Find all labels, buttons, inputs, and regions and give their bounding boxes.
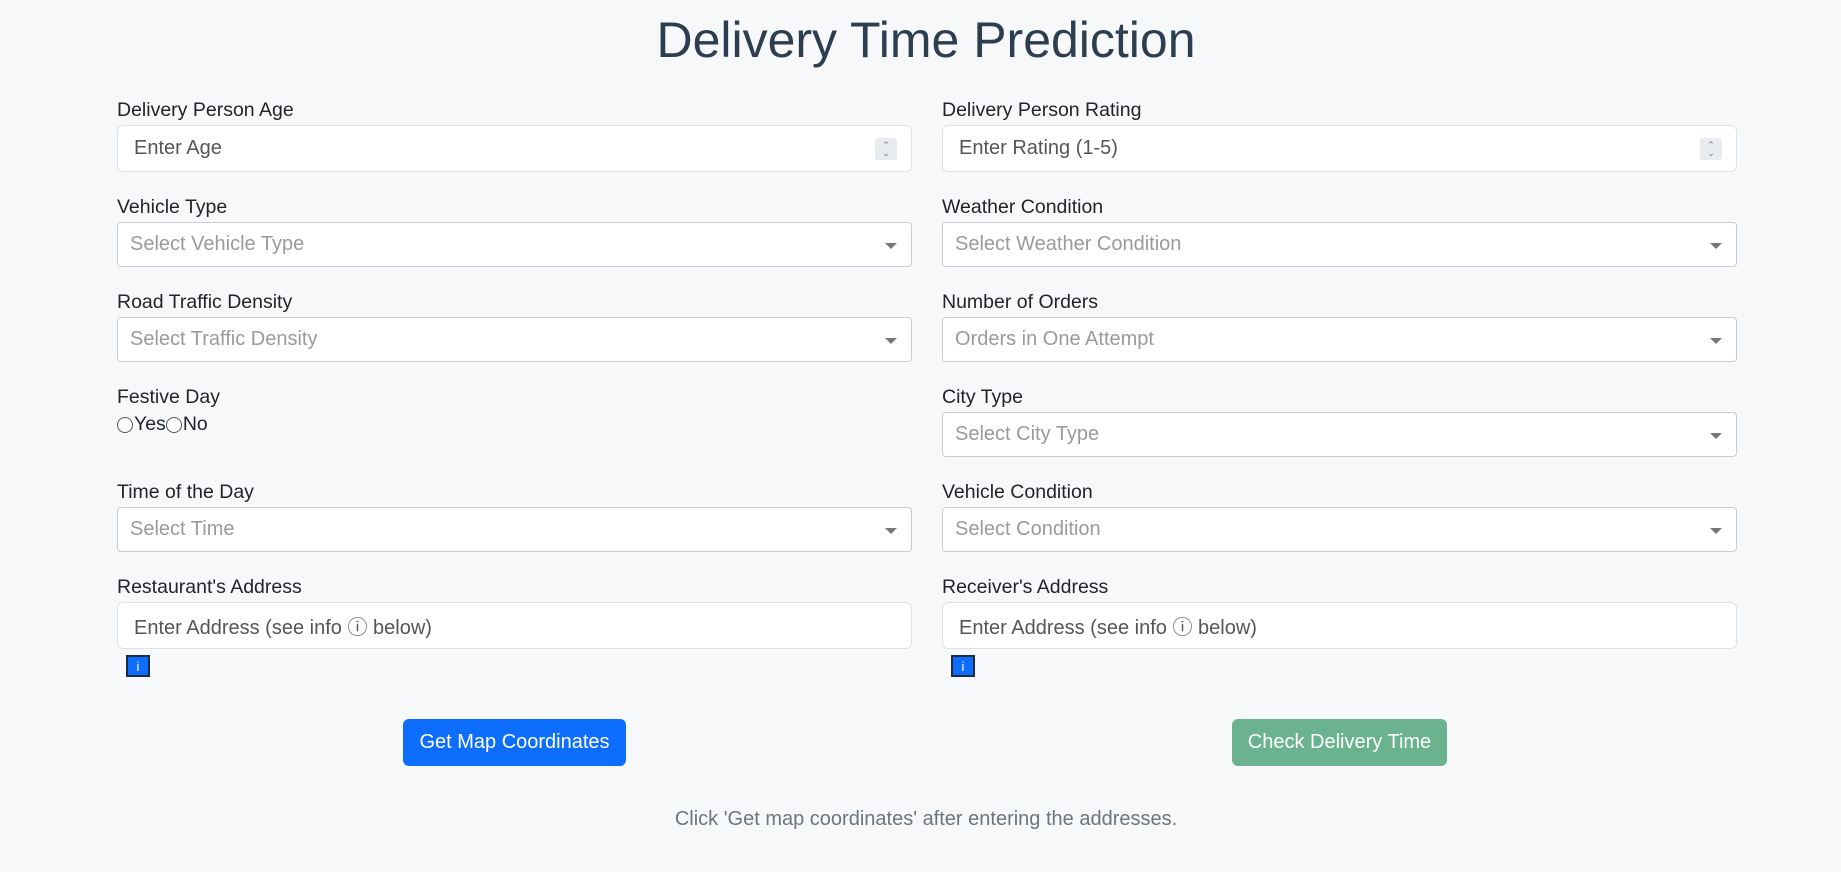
vehicle-type-placeholder: Select Vehicle Type bbox=[130, 233, 305, 255]
weather-placeholder: Select Weather Condition bbox=[955, 233, 1182, 255]
traffic-select[interactable]: Select Traffic Density bbox=[117, 317, 912, 362]
vehicle-type-label: Vehicle Type bbox=[117, 196, 228, 218]
orders-label: Number of Orders bbox=[942, 291, 1099, 313]
restaurant-address-input[interactable]: Enter Address (see info ⓘ below) bbox=[117, 602, 912, 649]
chevron-down-icon bbox=[885, 528, 897, 534]
info-icon: i bbox=[961, 658, 965, 674]
chevron-down-icon bbox=[1710, 528, 1722, 534]
chevron-down-icon bbox=[1710, 243, 1722, 249]
traffic-placeholder: Select Traffic Density bbox=[130, 328, 318, 350]
festive-field-group: Festive Day Yes No bbox=[117, 385, 912, 436]
rating-input[interactable]: Enter Rating (1-5) ⌃ ⌄ bbox=[942, 125, 1737, 172]
restaurant-info-button[interactable]: i bbox=[126, 655, 150, 677]
receiver-info-button[interactable]: i bbox=[951, 655, 975, 677]
city-field-group: City Type Select City Type bbox=[942, 385, 1737, 457]
receiver-address-input[interactable]: Enter Address (see info ⓘ below) bbox=[942, 602, 1737, 649]
age-input[interactable]: Enter Age ⌃ ⌄ bbox=[117, 125, 912, 172]
restaurant-address-placeholder: Enter Address (see info ⓘ below) bbox=[134, 617, 432, 639]
check-delivery-time-button[interactable]: Check Delivery Time bbox=[1232, 719, 1447, 766]
time-select[interactable]: Select Time bbox=[117, 507, 912, 552]
city-label: City Type bbox=[942, 386, 1023, 408]
weather-label: Weather Condition bbox=[942, 196, 1104, 218]
festive-label: Festive Day bbox=[117, 386, 220, 408]
age-placeholder: Enter Age bbox=[134, 137, 222, 159]
traffic-field-group: Road Traffic Density Select Traffic Dens… bbox=[117, 290, 912, 362]
chevron-down-icon bbox=[885, 338, 897, 344]
vehicle-condition-label: Vehicle Condition bbox=[942, 481, 1093, 503]
festive-yes-radio[interactable] bbox=[117, 416, 133, 433]
vehicle-type-field-group: Vehicle Type Select Vehicle Type bbox=[117, 195, 912, 267]
stepper-icon[interactable]: ⌃ ⌄ bbox=[875, 138, 897, 160]
rating-label: Delivery Person Rating bbox=[942, 99, 1142, 121]
festive-yes-label: Yes bbox=[134, 413, 166, 435]
vehicle-type-select[interactable]: Select Vehicle Type bbox=[117, 222, 912, 267]
time-label: Time of the Day bbox=[117, 481, 254, 503]
city-placeholder: Select City Type bbox=[955, 423, 1100, 445]
receiver-address-field-group: Receiver's Address Enter Address (see in… bbox=[942, 575, 1737, 677]
festive-radio-group: Yes No bbox=[117, 413, 912, 436]
chevron-down-icon bbox=[1710, 433, 1722, 439]
time-field-group: Time of the Day Select Time bbox=[117, 480, 912, 552]
restaurant-address-field-group: Restaurant's Address Enter Address (see … bbox=[117, 575, 912, 677]
rating-field-group: Delivery Person Rating Enter Rating (1-5… bbox=[942, 98, 1737, 172]
vehicle-condition-select[interactable]: Select Condition bbox=[942, 507, 1737, 552]
vehicle-condition-field-group: Vehicle Condition Select Condition bbox=[942, 480, 1737, 552]
age-field-group: Delivery Person Age Enter Age ⌃ ⌄ bbox=[117, 98, 912, 172]
city-select[interactable]: Select City Type bbox=[942, 412, 1737, 457]
chevron-down-icon bbox=[1710, 338, 1722, 344]
stepper-icon[interactable]: ⌃ ⌄ bbox=[1700, 138, 1722, 160]
chevron-down-icon bbox=[885, 243, 897, 249]
festive-no-label: No bbox=[182, 413, 208, 435]
orders-placeholder: Orders in One Attempt bbox=[955, 328, 1154, 350]
helper-text: Click 'Get map coordinates' after enteri… bbox=[674, 808, 1178, 830]
weather-field-group: Weather Condition Select Weather Conditi… bbox=[942, 195, 1737, 267]
orders-field-group: Number of Orders Orders in One Attempt bbox=[942, 290, 1737, 362]
restaurant-address-label: Restaurant's Address bbox=[117, 576, 302, 598]
vehicle-condition-placeholder: Select Condition bbox=[955, 518, 1101, 540]
weather-select[interactable]: Select Weather Condition bbox=[942, 222, 1737, 267]
time-placeholder: Select Time bbox=[130, 518, 235, 540]
age-label: Delivery Person Age bbox=[117, 99, 294, 121]
receiver-address-label: Receiver's Address bbox=[942, 576, 1109, 598]
get-map-coordinates-button[interactable]: Get Map Coordinates bbox=[403, 719, 626, 766]
rating-placeholder: Enter Rating (1-5) bbox=[959, 137, 1118, 159]
page-title: Delivery Time Prediction bbox=[656, 12, 1196, 68]
info-icon: i bbox=[136, 658, 140, 674]
traffic-label: Road Traffic Density bbox=[117, 291, 293, 313]
orders-select[interactable]: Orders in One Attempt bbox=[942, 317, 1737, 362]
festive-no-radio[interactable] bbox=[165, 416, 182, 433]
receiver-address-placeholder: Enter Address (see info ⓘ below) bbox=[959, 617, 1257, 639]
